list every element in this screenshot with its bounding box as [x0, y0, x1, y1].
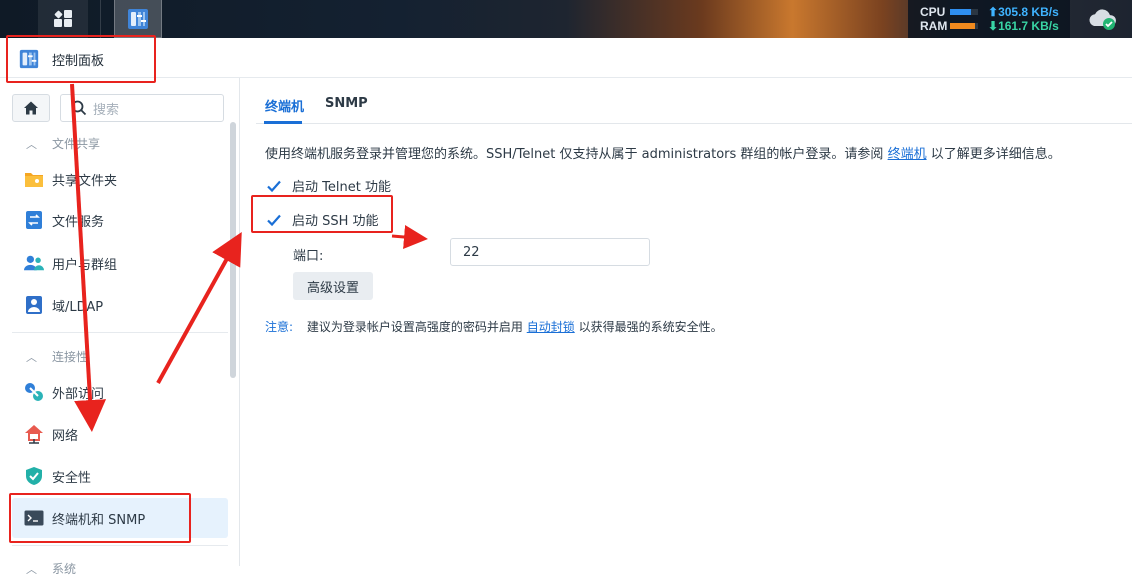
cpu-label: CPU	[920, 5, 946, 19]
tab-terminal[interactable]: 终端机	[265, 96, 304, 115]
taskbar-separator	[100, 0, 101, 38]
sidebar-item-external-access[interactable]: 外部访问	[12, 372, 228, 412]
home-button[interactable]	[12, 94, 50, 122]
active-tab-indicator	[264, 121, 302, 124]
group-connectivity-label: 连接性	[52, 350, 89, 364]
ram-row: RAM ⬇161.7 KB/s	[920, 19, 1059, 33]
annotation-box-terminal-snmp	[9, 493, 191, 543]
advanced-settings-button[interactable]: 高级设置	[293, 272, 373, 300]
sidebar-item-label: 外部访问	[52, 386, 105, 402]
sidebar-item-users-groups[interactable]: 用户与群组	[12, 243, 228, 283]
cpu-bar-fill	[950, 9, 971, 15]
search-placeholder: 搜索	[93, 102, 120, 118]
search-icon	[71, 100, 87, 116]
sidebar-item-shared-folder[interactable]: 共享文件夹	[12, 159, 228, 199]
description-text-end: 以了解更多详细信息。	[930, 147, 1061, 162]
ssh-port-field[interactable]	[450, 238, 650, 266]
control-panel-icon	[128, 8, 148, 29]
chevron-up-icon: ︿	[26, 137, 37, 151]
sidebar-search[interactable]: 搜索	[60, 94, 224, 122]
download-rate-value: 161.7 KB/s	[998, 19, 1059, 33]
telnet-option[interactable]: 启动 Telnet 功能	[266, 176, 391, 195]
users-icon	[24, 253, 44, 273]
security-icon	[24, 466, 44, 486]
security-note: 注意: 建议为登录帐户设置高强度的密码并启用 自动封锁 以获得最强的系统安全性。	[265, 318, 723, 335]
network-icon	[24, 424, 44, 444]
apps-grid-icon	[54, 10, 72, 27]
sidebar-item-label: 用户与群组	[52, 257, 118, 273]
sidebar-item-domain-ldap[interactable]: 域/LDAP	[12, 285, 228, 325]
sidebar-item-label: 文件服务	[52, 214, 105, 230]
sidebar-divider	[12, 545, 228, 546]
terminal-help-link[interactable]: 终端机	[888, 147, 927, 162]
chevron-up-icon: ︿	[26, 562, 37, 576]
auto-block-link[interactable]: 自动封锁	[527, 320, 575, 334]
tab-bar: 终端机 SNMP	[256, 78, 1132, 124]
taskbar-control-panel-button[interactable]	[114, 0, 162, 38]
note-label: 注意:	[265, 320, 294, 334]
annotation-box-ssh	[251, 195, 393, 233]
tab-snmp[interactable]: SNMP	[325, 96, 368, 111]
main-menu-button[interactable]	[38, 0, 88, 38]
note-text: 建议为登录帐户设置高强度的密码并启用	[306, 320, 523, 334]
resource-monitor-widget[interactable]: CPU ⬆305.8 KB/s RAM ⬇161.7 KB/s	[908, 0, 1070, 38]
sidebar-item-network[interactable]: 网络	[12, 414, 228, 454]
upload-rate: ⬆305.8 KB/s	[988, 5, 1059, 19]
chevron-up-icon: ︿	[26, 350, 37, 364]
telnet-checkbox[interactable]	[266, 178, 282, 194]
note-text-end: 以获得最强的系统安全性。	[578, 320, 723, 334]
download-rate: ⬇161.7 KB/s	[988, 19, 1059, 33]
ram-bar	[950, 23, 978, 29]
cpu-bar	[950, 9, 978, 15]
group-file-sharing-label: 文件共享	[52, 137, 101, 151]
taskbar: CPU ⬆305.8 KB/s RAM ⬇161.7 KB/s	[0, 0, 1132, 38]
file-services-icon	[24, 210, 44, 230]
checkmark-icon	[267, 180, 281, 192]
group-connectivity[interactable]: ︿ 连接性	[26, 348, 88, 365]
home-icon	[24, 101, 38, 115]
sidebar-item-security[interactable]: 安全性	[12, 456, 228, 496]
group-file-sharing[interactable]: ︿ 文件共享	[26, 135, 100, 152]
sidebar-divider	[12, 332, 228, 333]
upload-rate-value: 305.8 KB/s	[998, 5, 1059, 19]
sidebar-item-label: 网络	[52, 428, 79, 444]
telnet-label: 启动 Telnet 功能	[292, 180, 391, 195]
group-system-label: 系统	[52, 562, 77, 576]
annotation-arrow-right	[391, 225, 428, 249]
sidebar-item-label: 域/LDAP	[52, 299, 104, 315]
sidebar-scrollbar[interactable]	[230, 122, 236, 378]
domain-icon	[24, 295, 44, 315]
ram-label: RAM	[920, 19, 948, 33]
external-access-icon	[24, 382, 44, 402]
sidebar-item-file-services[interactable]: 文件服务	[12, 200, 228, 240]
sidebar-item-label: 安全性	[52, 470, 92, 486]
cpu-row: CPU ⬆305.8 KB/s	[920, 5, 1059, 19]
description-text: 使用终端机服务登录并管理您的系统。SSH/Telnet 仅支持从属于 admin…	[265, 147, 884, 162]
cloud-sync-icon	[1089, 9, 1116, 30]
window-titlebar: 控制面板	[0, 38, 1132, 78]
cloud-sync-button[interactable]	[1088, 6, 1118, 32]
port-label: 端口:	[293, 249, 324, 264]
terminal-description: 使用终端机服务登录并管理您的系统。SSH/Telnet 仅支持从属于 admin…	[265, 143, 1061, 162]
annotation-box-control-panel	[6, 35, 156, 83]
ram-bar-fill	[950, 23, 976, 29]
group-system[interactable]: ︿ 系统	[26, 560, 76, 577]
shared-folder-icon	[24, 169, 44, 189]
sidebar-item-label: 共享文件夹	[52, 173, 118, 189]
